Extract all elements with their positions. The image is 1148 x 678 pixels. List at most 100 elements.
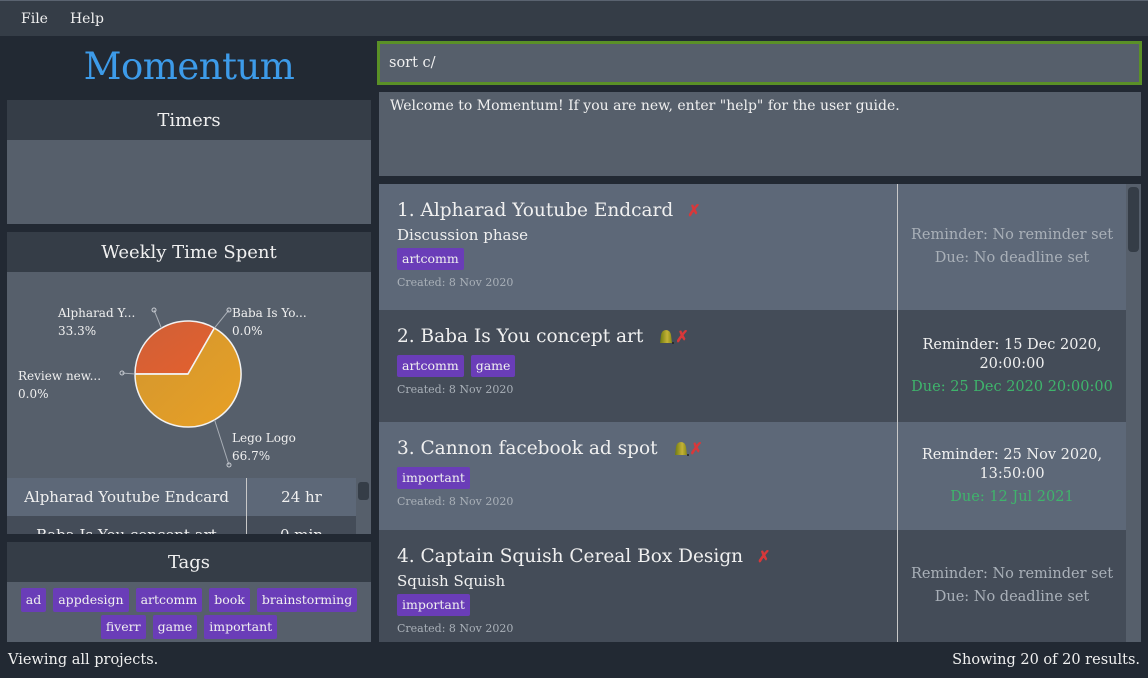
project-tags: artcomm — [397, 248, 879, 270]
project-list-scrollbar[interactable] — [1126, 184, 1141, 642]
pie-label-text: Review new... — [18, 369, 102, 383]
created-date: Created: 8 Nov 2020 — [397, 495, 514, 508]
project-card-main: 4. Captain Squish Cereal Box Design ✗ Sq… — [379, 530, 898, 642]
tag-chip[interactable]: ad — [20, 588, 47, 612]
project-tags: important — [397, 594, 879, 616]
incomplete-x-icon: ✗ — [689, 439, 703, 458]
tag-chip[interactable]: brainstorming — [256, 588, 358, 612]
project-tags: important — [397, 467, 879, 489]
pie-leader-line — [214, 419, 230, 466]
weekly-time-panel: Weekly Time Spent Alpharad Y... 33.3% Ba… — [7, 232, 371, 534]
time-spent-table: Alpharad Youtube Endcard 24 hr Baba Is Y… — [7, 478, 356, 534]
reminder-text: Reminder: 25 Nov 2020, 13:50:00 — [921, 446, 1103, 482]
time-table-scrollbar[interactable] — [356, 478, 371, 534]
status-bar: Viewing all projects. Showing 20 of 20 r… — [0, 642, 1148, 678]
pie-label-percent: 66.7% — [232, 449, 271, 463]
incomplete-x-icon: ✗ — [675, 327, 689, 346]
due-text: Due: 12 Jul 2021 — [950, 488, 1074, 505]
tag-chip[interactable]: artcomm — [397, 248, 464, 270]
pie-leader-line — [153, 309, 162, 329]
scrollbar-thumb[interactable] — [1128, 187, 1139, 252]
project-status-icons: ✗ — [687, 201, 700, 220]
pie-label-text: Baba Is Yo... — [232, 306, 307, 320]
project-status-icons: ✗ — [657, 327, 689, 346]
status-left: Viewing all projects. — [8, 652, 159, 668]
tag-chip[interactable]: book — [209, 588, 250, 612]
project-card[interactable]: 2. Baba Is You concept art ✗ artcomm gam… — [379, 310, 1126, 422]
table-row[interactable]: Baba Is You concept art 0 min — [7, 516, 356, 534]
table-cell-time: 24 hr — [281, 488, 322, 506]
tag-chip[interactable]: game — [470, 355, 516, 377]
project-status-icons: ✗ — [757, 547, 770, 566]
project-title-text: 2. Baba Is You concept art — [397, 326, 644, 347]
project-title: 1. Alpharad Youtube Endcard ✗ — [397, 200, 879, 221]
pie-chart: Alpharad Y... 33.3% Baba Is Yo... 0.0% L… — [7, 272, 371, 478]
project-card[interactable]: 1. Alpharad Youtube Endcard ✗ Discussion… — [379, 184, 1126, 310]
table-cell-time: 0 min — [247, 526, 356, 534]
command-input[interactable] — [389, 55, 1139, 71]
timers-header: Timers — [7, 100, 371, 140]
reminder-text: Reminder: No reminder set — [910, 227, 1114, 243]
project-card-main: 1. Alpharad Youtube Endcard ✗ Discussion… — [379, 184, 898, 310]
incomplete-x-icon: ✗ — [687, 201, 701, 220]
project-title-text: 3. Cannon facebook ad spot — [397, 438, 658, 459]
created-date: Created: 8 Nov 2020 — [397, 276, 514, 289]
pie-label-alpharad: Alpharad Y... 33.3% — [58, 304, 135, 340]
project-list: 1. Alpharad Youtube Endcard ✗ Discussion… — [379, 184, 1141, 642]
project-card-main: 3. Cannon facebook ad spot ✗ important C… — [379, 422, 898, 530]
project-dates: Reminder: 25 Nov 2020, 13:50:00 Due: 12 … — [898, 422, 1126, 530]
timers-panel: Timers — [7, 100, 371, 224]
pie-leader-line — [214, 309, 230, 329]
tag-chip[interactable]: artcomm — [397, 355, 464, 377]
project-dates: Reminder: 15 Dec 2020, 20:00:00 Due: 25 … — [898, 310, 1126, 422]
project-title: 2. Baba Is You concept art ✗ — [397, 326, 879, 347]
tags-panel: Tags ad appdesign artcomm book brainstor… — [7, 542, 371, 642]
table-row[interactable]: Alpharad Youtube Endcard 24 hr — [7, 478, 356, 516]
table-cell-name: Alpharad Youtube Endcard — [7, 478, 247, 516]
project-title-text: 1. Alpharad Youtube Endcard — [397, 200, 674, 221]
tag-cloud: ad appdesign artcomm book brainstorming … — [7, 582, 371, 642]
app-title: Momentum — [83, 44, 295, 88]
tag-chip[interactable]: appdesign — [53, 588, 129, 612]
status-right: Showing 20 of 20 results. — [952, 652, 1140, 668]
project-tags: artcomm game — [397, 355, 879, 377]
scrollbar-thumb[interactable] — [358, 482, 369, 500]
reminder-text: Reminder: 15 Dec 2020, 20:00:00 — [922, 336, 1102, 372]
pie-label-text: Lego Logo — [232, 431, 296, 445]
menu-file[interactable]: File — [21, 11, 48, 27]
bell-icon — [660, 329, 675, 344]
pie-label-review: Review new... 0.0% — [18, 367, 101, 403]
project-title-text: 4. Captain Squish Cereal Box Design — [397, 546, 744, 567]
project-description: Discussion phase — [397, 226, 529, 244]
result-display: Welcome to Momentum! If you are new, ent… — [379, 92, 1141, 176]
project-dates: Reminder: No reminder set Due: No deadli… — [898, 530, 1126, 642]
menu-help[interactable]: Help — [70, 11, 104, 27]
pie-label-text: Alpharad Y... — [58, 306, 136, 320]
pie-label-percent: 33.3% — [58, 324, 97, 338]
bell-icon — [674, 441, 689, 456]
tag-chip[interactable]: important — [397, 594, 470, 616]
incomplete-x-icon: ✗ — [757, 547, 771, 566]
pie-label-percent: 0.0% — [18, 387, 49, 401]
tag-chip[interactable]: important — [397, 467, 470, 489]
weekly-time-header: Weekly Time Spent — [7, 232, 371, 272]
tags-header: Tags — [7, 542, 371, 582]
command-box[interactable] — [377, 41, 1142, 85]
tag-chip[interactable]: important — [204, 615, 278, 639]
project-card[interactable]: 4. Captain Squish Cereal Box Design ✗ Sq… — [379, 530, 1126, 642]
tag-chip[interactable]: game — [152, 615, 198, 639]
project-title: 4. Captain Squish Cereal Box Design ✗ — [397, 546, 879, 567]
project-card[interactable]: 3. Cannon facebook ad spot ✗ important C… — [379, 422, 1126, 530]
due-text: Due: No deadline set — [934, 250, 1090, 266]
created-date: Created: 8 Nov 2020 — [397, 622, 514, 635]
project-title: 3. Cannon facebook ad spot ✗ — [397, 438, 879, 459]
pie-label-baba: Baba Is Yo... 0.0% — [232, 304, 307, 340]
pie-label-percent: 0.0% — [232, 324, 263, 338]
menu-bar: File Help — [0, 0, 1148, 36]
project-description: Squish Squish — [397, 572, 506, 590]
tag-chip[interactable]: artcomm — [135, 588, 203, 612]
tag-chip[interactable]: fiverr — [100, 615, 146, 639]
project-card-main: 2. Baba Is You concept art ✗ artcomm gam… — [379, 310, 898, 422]
table-cell-name: Baba Is You concept art — [7, 516, 247, 534]
due-text: Due: 25 Dec 2020 20:00:00 — [911, 378, 1113, 395]
